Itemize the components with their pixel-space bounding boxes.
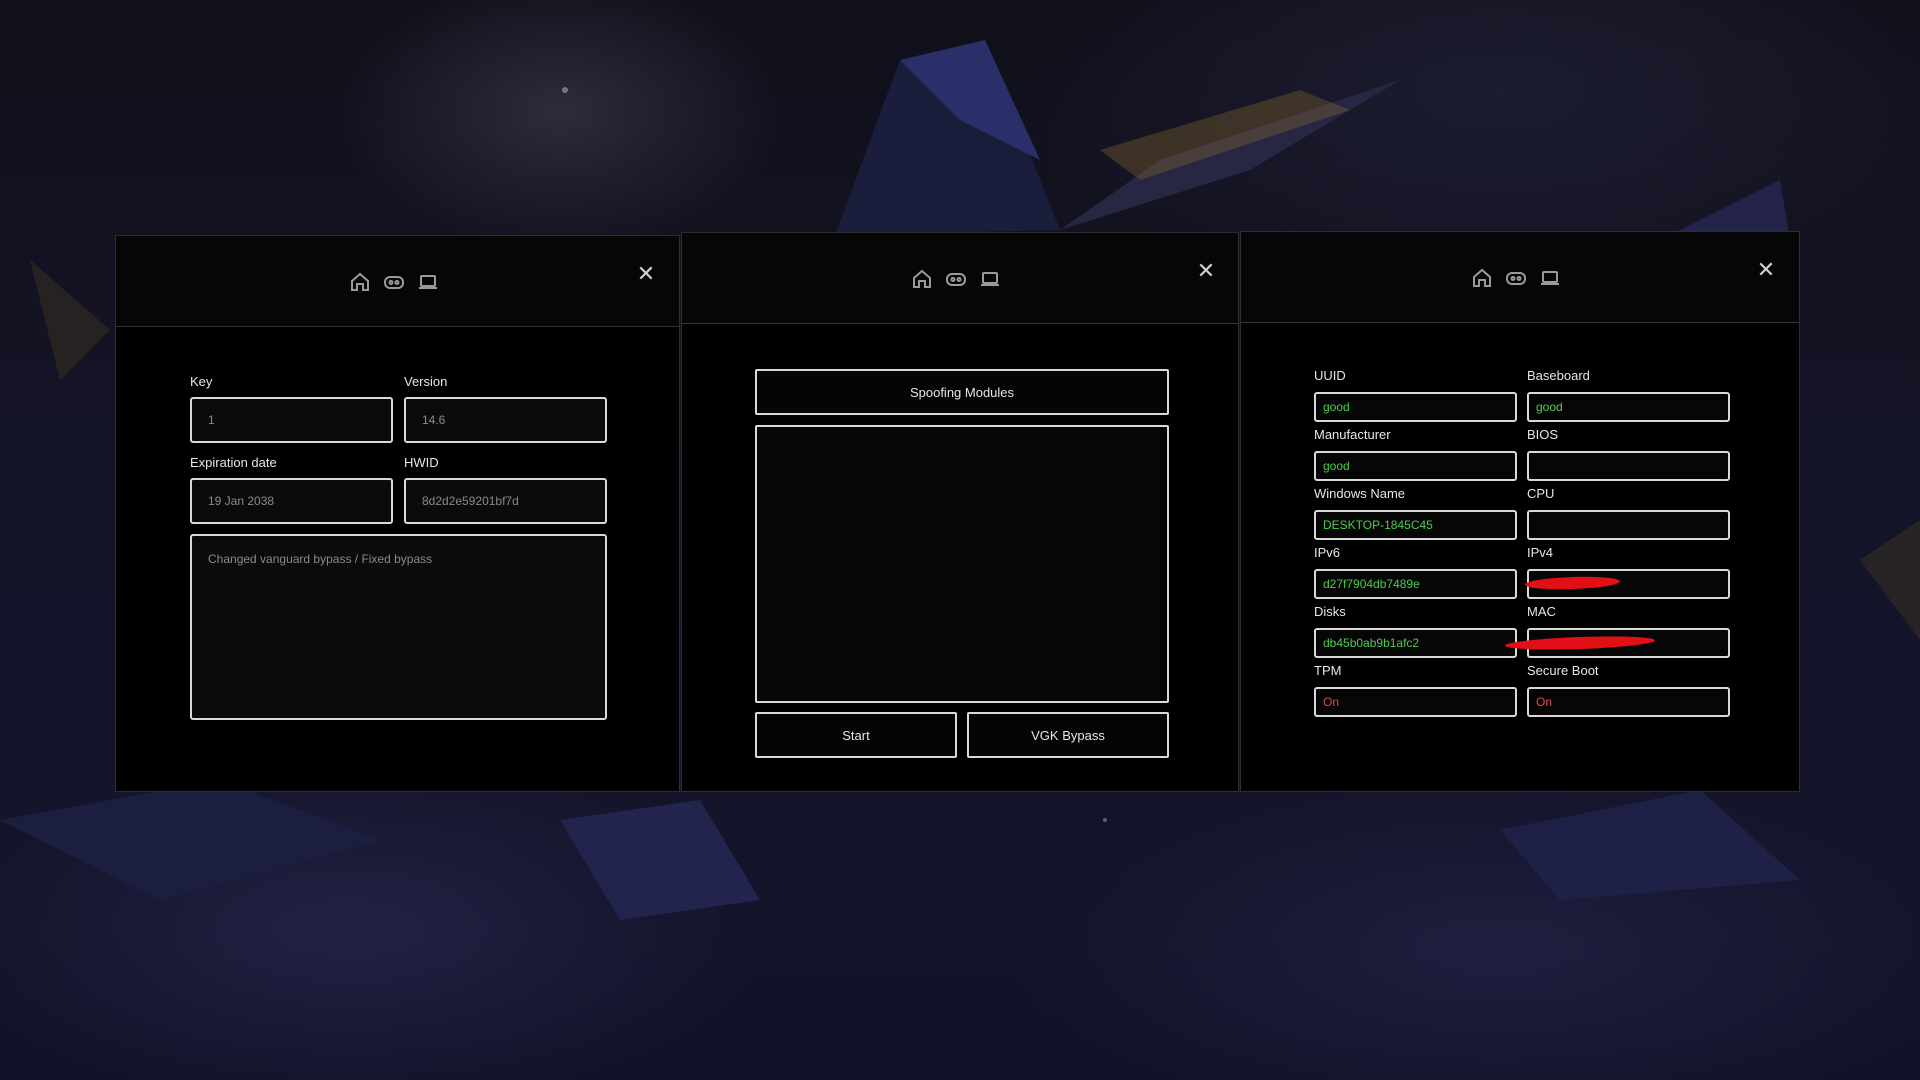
ipv6-field[interactable]: d27f7904db7489e (1314, 569, 1517, 599)
manufacturer-field[interactable]: good (1314, 451, 1517, 481)
nav-icons (348, 270, 440, 294)
vgk-bypass-button[interactable]: VGK Bypass (967, 712, 1169, 758)
start-button[interactable]: Start (755, 712, 957, 758)
hwid-field[interactable]: 8d2d2e59201bf7d (404, 478, 607, 524)
laptop-icon[interactable] (1538, 266, 1562, 290)
laptop-icon[interactable] (978, 267, 1002, 291)
disks-field[interactable]: db45b0ab9b1afc2 (1314, 628, 1517, 658)
secure-boot-field[interactable]: On (1527, 687, 1730, 717)
laptop-icon[interactable] (416, 270, 440, 294)
uuid-field[interactable]: good (1314, 392, 1517, 422)
manufacturer-label: Manufacturer (1314, 427, 1391, 442)
tpm-label: TPM (1314, 663, 1342, 678)
tpm-field[interactable]: On (1314, 687, 1517, 717)
hwid-label: HWID (404, 455, 439, 470)
cpu-label: CPU (1527, 486, 1555, 501)
expiration-field[interactable]: 19 Jan 2038 (190, 478, 393, 524)
info-window: ✕ Key 1 Version 14.6 Expiration date 19 … (115, 235, 680, 792)
windows-name-field[interactable]: DESKTOP-1845C45 (1314, 510, 1517, 540)
nav-icons (910, 267, 1002, 291)
expiration-label: Expiration date (190, 455, 277, 470)
mac-label: MAC (1527, 604, 1556, 619)
baseboard-label: Baseboard (1527, 368, 1590, 383)
baseboard-field[interactable]: good (1527, 392, 1730, 422)
modules-window-titlebar: ✕ (682, 233, 1238, 324)
gamepad-icon[interactable] (382, 270, 406, 294)
key-field[interactable]: 1 (190, 397, 393, 443)
close-icon[interactable]: ✕ (1194, 259, 1218, 283)
home-icon[interactable] (1470, 266, 1494, 290)
secure-boot-label: Secure Boot (1527, 663, 1599, 678)
gamepad-icon[interactable] (944, 267, 968, 291)
cpu-field[interactable] (1527, 510, 1730, 540)
modules-list[interactable] (755, 425, 1169, 703)
home-icon[interactable] (348, 270, 372, 294)
close-icon[interactable]: ✕ (634, 262, 658, 286)
key-label: Key (190, 374, 213, 389)
version-label: Version (404, 374, 448, 389)
home-icon[interactable] (910, 267, 934, 291)
ipv4-label: IPv4 (1527, 545, 1554, 560)
modules-window: ✕ Spoofing Modules Start VGK Bypass (681, 232, 1239, 792)
bios-label: BIOS (1527, 427, 1559, 442)
spoofing-modules-button[interactable]: Spoofing Modules (755, 369, 1169, 415)
bios-field[interactable] (1527, 451, 1730, 481)
uuid-label: UUID (1314, 368, 1346, 383)
version-field[interactable]: 14.6 (404, 397, 607, 443)
gamepad-icon[interactable] (1504, 266, 1528, 290)
info-window-titlebar: ✕ (116, 236, 679, 327)
system-window: ✕ UUID good Baseboard good Manufacturer … (1240, 231, 1800, 792)
windows-name-label: Windows Name (1314, 486, 1406, 501)
system-window-titlebar: ✕ (1241, 232, 1799, 323)
changelog-textarea[interactable]: Changed vanguard bypass / Fixed bypass (190, 534, 607, 720)
disks-label: Disks (1314, 604, 1346, 619)
nav-icons (1470, 266, 1562, 290)
close-icon[interactable]: ✕ (1754, 258, 1778, 282)
ipv6-label: IPv6 (1314, 545, 1341, 560)
